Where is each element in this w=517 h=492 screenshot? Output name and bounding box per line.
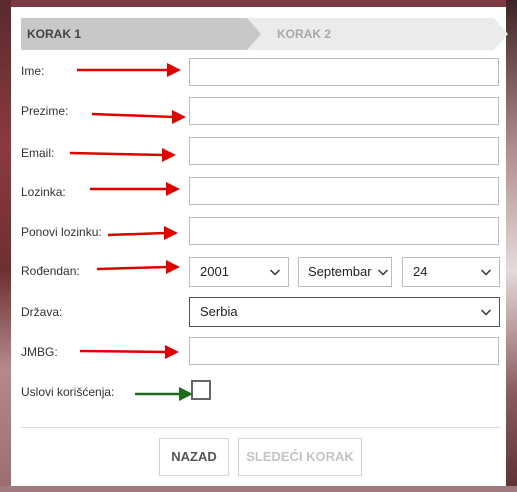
arrow-right-icon xyxy=(135,387,193,401)
arrow-right-icon xyxy=(79,345,179,359)
arrow-right-icon xyxy=(69,148,176,162)
arrow-right-icon xyxy=(91,110,186,124)
arrow-right-icon xyxy=(90,182,180,196)
arrow-right-icon xyxy=(77,63,181,77)
step-2[interactable]: KORAK 2 xyxy=(241,18,508,50)
arrow-right-icon xyxy=(107,226,178,240)
background-right xyxy=(506,0,517,492)
background-top xyxy=(0,0,517,7)
registration-panel: KORAK 1 KORAK 2 Ime: Prezime: Email: Loz… xyxy=(11,7,508,486)
background-left xyxy=(0,0,11,492)
annotation-arrows xyxy=(69,63,193,401)
arrow-right-icon xyxy=(96,260,180,274)
step-indicator: KORAK 1 KORAK 2 xyxy=(21,18,508,50)
step-1[interactable]: KORAK 1 xyxy=(21,18,261,50)
background-bottom xyxy=(0,486,517,492)
